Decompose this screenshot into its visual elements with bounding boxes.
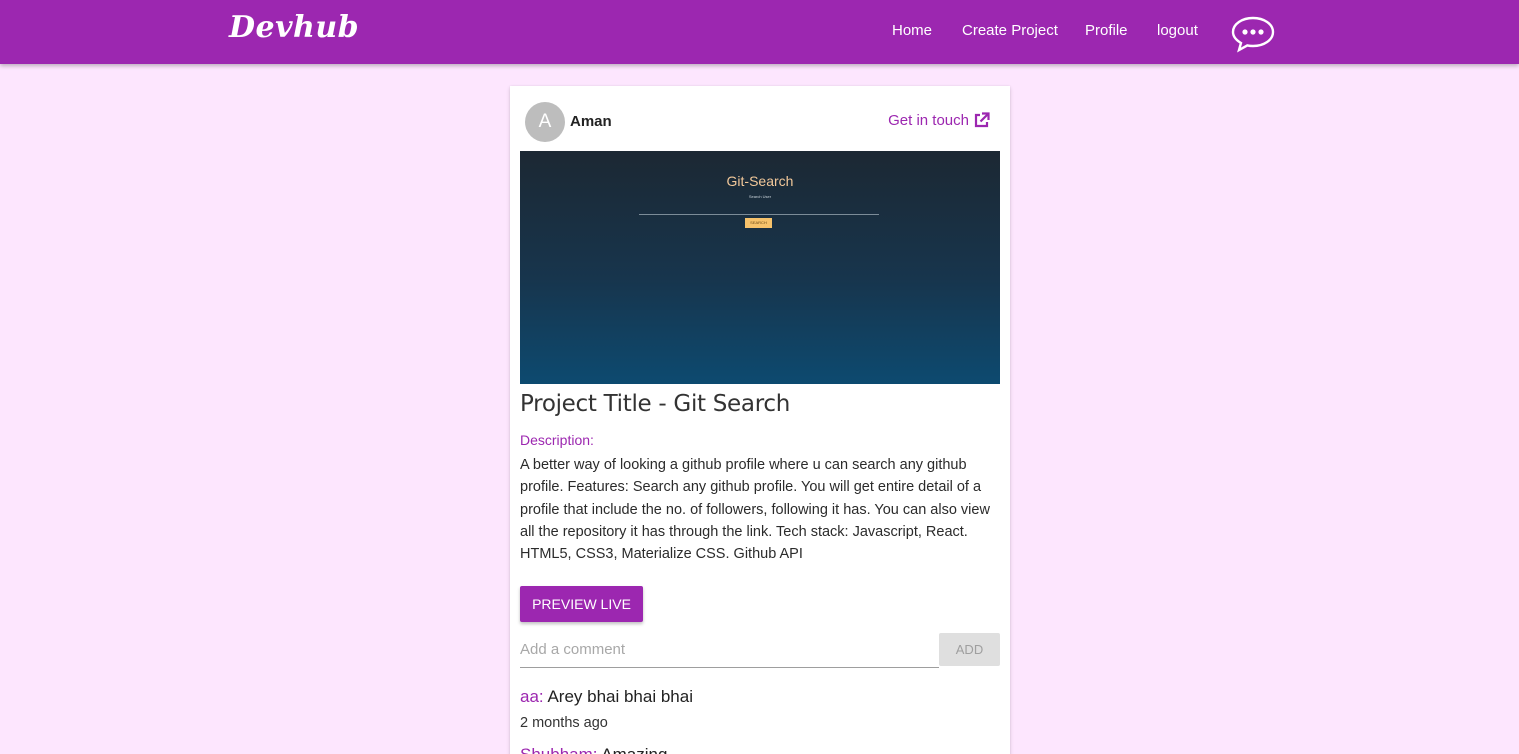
project-card: A Aman Get in touch Git-Search Search Us… xyxy=(510,86,1010,754)
screenshot-title: Git-Search xyxy=(726,173,794,189)
add-comment-button[interactable]: ADD xyxy=(939,633,1000,666)
preview-live-button[interactable]: PREVIEW LIVE xyxy=(520,586,643,622)
screenshot-subtitle: Search User xyxy=(748,194,772,199)
comment-input[interactable] xyxy=(520,632,939,668)
get-in-touch-link[interactable]: Get in touch xyxy=(888,112,990,129)
comment-item: aa: Arey bhai bhai bhai xyxy=(520,687,693,707)
nav-create-project[interactable]: Create Project xyxy=(962,22,1058,39)
comment-text: Amazing xyxy=(601,745,667,754)
description-label: Description: xyxy=(520,432,594,448)
comment-user[interactable]: aa: xyxy=(520,687,544,706)
top-navbar: Devhub Home Create Project Profile logou… xyxy=(0,0,1519,64)
comment-text: Arey bhai bhai bhai xyxy=(547,687,693,706)
project-title: Project Title - Git Search xyxy=(520,391,790,417)
brand-logo[interactable]: Devhub xyxy=(229,10,359,45)
project-screenshot: Git-Search Search User SEARCH xyxy=(520,151,1000,384)
screenshot-input-line xyxy=(639,214,879,215)
comment-item: Shubham: Amazing xyxy=(520,745,667,754)
avatar[interactable]: A xyxy=(525,102,565,142)
comment-user[interactable]: Shubham: xyxy=(520,745,598,754)
nav-profile[interactable]: Profile xyxy=(1085,22,1128,39)
description-text: A better way of looking a github profile… xyxy=(520,457,990,563)
get-in-touch-label: Get in touch xyxy=(888,112,969,129)
external-link-icon xyxy=(974,112,990,128)
nav-home[interactable]: Home xyxy=(892,22,932,39)
nav-logout[interactable]: logout xyxy=(1157,22,1198,39)
comment-time: 2 months ago xyxy=(520,715,608,731)
screenshot-search-button: SEARCH xyxy=(745,218,772,228)
chat-icon[interactable] xyxy=(1231,15,1275,53)
author-name[interactable]: Aman xyxy=(570,113,612,130)
